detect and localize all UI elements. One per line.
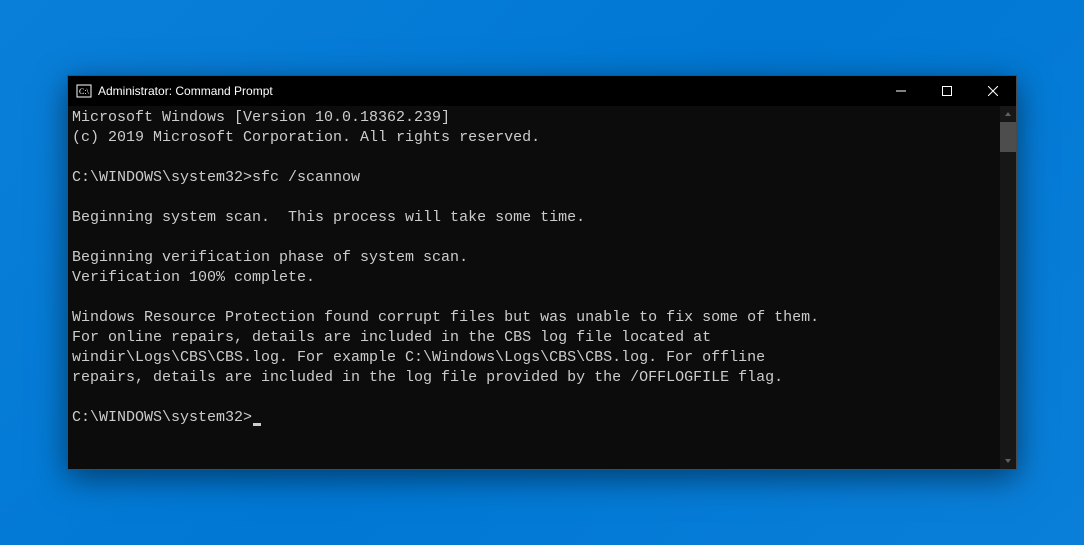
scroll-thumb[interactable]	[1000, 122, 1016, 152]
cmd-icon: C:\	[76, 83, 92, 99]
window-controls	[878, 76, 1016, 106]
terminal-line: Microsoft Windows [Version 10.0.18362.23…	[72, 108, 996, 128]
svg-text:C:\: C:\	[79, 87, 90, 96]
terminal-line: windir\Logs\CBS\CBS.log. For example C:\…	[72, 348, 996, 368]
client-area: Microsoft Windows [Version 10.0.18362.23…	[68, 106, 1016, 469]
titlebar[interactable]: C:\ Administrator: Command Prompt	[68, 76, 1016, 106]
terminal-line	[72, 388, 996, 408]
scroll-down-button[interactable]	[1000, 453, 1016, 469]
terminal-line: repairs, details are included in the log…	[72, 368, 996, 388]
terminal-line: C:\WINDOWS\system32>sfc /scannow	[72, 168, 996, 188]
terminal-output[interactable]: Microsoft Windows [Version 10.0.18362.23…	[68, 106, 1000, 469]
terminal-line	[72, 188, 996, 208]
scroll-up-button[interactable]	[1000, 106, 1016, 122]
terminal-line: Verification 100% complete.	[72, 268, 996, 288]
terminal-line: Windows Resource Protection found corrup…	[72, 308, 996, 328]
terminal-prompt: C:\WINDOWS\system32>	[72, 408, 252, 428]
terminal-line	[72, 228, 996, 248]
terminal-line	[72, 288, 996, 308]
terminal-line: Beginning system scan. This process will…	[72, 208, 996, 228]
terminal-line: Beginning verification phase of system s…	[72, 248, 996, 268]
minimize-button[interactable]	[878, 76, 924, 106]
terminal-line: For online repairs, details are included…	[72, 328, 996, 348]
vertical-scrollbar[interactable]	[1000, 106, 1016, 469]
terminal-line	[72, 148, 996, 168]
window-title: Administrator: Command Prompt	[98, 84, 273, 98]
maximize-button[interactable]	[924, 76, 970, 106]
scroll-track[interactable]	[1000, 122, 1016, 453]
terminal-line: (c) 2019 Microsoft Corporation. All righ…	[72, 128, 996, 148]
close-button[interactable]	[970, 76, 1016, 106]
terminal-prompt-line[interactable]: C:\WINDOWS\system32>	[72, 408, 996, 428]
cursor-icon	[253, 423, 261, 426]
command-prompt-window: C:\ Administrator: Command Prompt Micros…	[67, 75, 1017, 470]
